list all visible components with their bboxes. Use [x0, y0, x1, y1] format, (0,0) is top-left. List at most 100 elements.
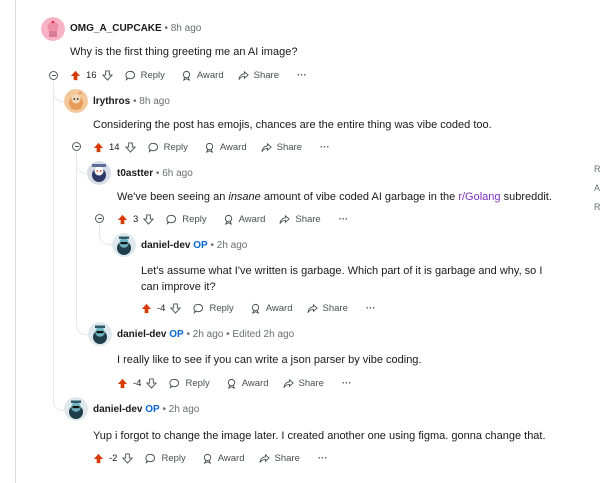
share-label: Share	[274, 452, 300, 464]
author-name[interactable]: OMG_A_CUPCAKE	[70, 23, 162, 34]
avatar[interactable]	[87, 161, 111, 185]
collapse-button[interactable]	[49, 71, 58, 80]
snoo-avatar-icon	[64, 89, 88, 113]
reply-button[interactable]: Reply	[148, 142, 188, 153]
award-button[interactable]: Award	[250, 303, 293, 314]
sidebar-fragment: R	[594, 164, 600, 174]
upvote-icon[interactable]	[93, 142, 104, 153]
share-label: Share	[298, 377, 324, 389]
more-icon[interactable]: ···	[297, 70, 307, 81]
share-icon	[261, 142, 272, 152]
score: -2	[109, 452, 118, 464]
share-button[interactable]: Share	[258, 452, 300, 464]
downvote-icon[interactable]	[101, 69, 113, 81]
award-label: Award	[196, 69, 224, 81]
share-button[interactable]: Share	[306, 302, 348, 314]
share-button[interactable]: Share	[238, 70, 279, 81]
avatar[interactable]	[64, 397, 88, 421]
award-label: Award	[217, 452, 245, 464]
author-name[interactable]: daniel-dev	[141, 240, 190, 251]
share-icon	[282, 378, 294, 388]
timestamp[interactable]: 2h ago	[193, 329, 224, 340]
downvote-icon[interactable]	[143, 213, 155, 225]
downvote-icon[interactable]	[124, 141, 136, 153]
downvote-icon[interactable]	[146, 377, 158, 389]
more-icon[interactable]: ···	[318, 453, 328, 464]
comment-actions: 14 Reply Award Share ···	[93, 139, 330, 155]
comment-actions: -4 Reply Award Share ···	[141, 300, 375, 316]
timestamp[interactable]: 2h ago	[169, 404, 200, 415]
vote-group: -4	[117, 377, 158, 389]
upvote-icon[interactable]	[117, 378, 128, 389]
subreddit-link[interactable]: r/Golang	[458, 191, 500, 203]
share-icon	[238, 70, 249, 80]
upvote-icon[interactable]	[70, 70, 81, 81]
reply-button[interactable]: Reply	[125, 70, 165, 81]
award-button[interactable]: Award	[223, 214, 265, 225]
snoo-avatar-icon	[88, 322, 112, 346]
timestamp[interactable]: 2h ago	[217, 240, 248, 251]
vote-group: 14	[93, 142, 136, 153]
award-button[interactable]: Award	[204, 142, 247, 153]
timestamp[interactable]: 6h ago	[162, 168, 193, 179]
author-name[interactable]: lrythros	[93, 96, 130, 107]
award-icon	[251, 303, 259, 314]
award-label: Award	[241, 377, 269, 389]
author-name[interactable]: t0astter	[117, 168, 153, 179]
share-label: Share	[322, 302, 348, 314]
avatar[interactable]	[64, 89, 88, 113]
reply-label: Reply	[140, 69, 165, 81]
timestamp[interactable]: 8h ago	[139, 96, 170, 107]
comment-meta: daniel-dev OP • 2h ago	[141, 240, 248, 251]
more-icon[interactable]: ···	[320, 142, 330, 153]
comment-meta: lrythros • 8h ago	[93, 96, 170, 107]
collapse-button[interactable]	[95, 214, 104, 223]
award-icon	[182, 70, 191, 81]
author-name[interactable]: daniel-dev	[93, 404, 142, 415]
upvote-icon[interactable]	[117, 214, 128, 225]
speech-bubble-icon	[166, 214, 177, 225]
comment-meta: daniel-dev OP • 2h ago	[93, 404, 200, 415]
timestamp[interactable]: 8h ago	[171, 23, 202, 34]
upvote-icon[interactable]	[93, 453, 104, 464]
reply-button[interactable]: Reply	[166, 214, 207, 225]
downvote-icon[interactable]	[122, 452, 134, 464]
thread-line-2	[76, 152, 77, 302]
score: 14	[109, 141, 120, 153]
score: 16	[86, 69, 97, 81]
award-button[interactable]: Award	[181, 70, 224, 81]
avatar[interactable]	[88, 322, 112, 346]
author-name[interactable]: daniel-dev	[117, 329, 166, 340]
reply-button[interactable]: Reply	[145, 453, 186, 464]
comment-body: Considering the post has emojis, chances…	[93, 119, 492, 131]
reply-label: Reply	[209, 302, 234, 314]
comment-actions: -4 Reply Award Share ···	[117, 375, 351, 391]
share-button[interactable]: Share	[282, 377, 324, 389]
score: 3	[133, 213, 139, 225]
avatar[interactable]	[112, 233, 136, 257]
comment-meta: t0astter • 6h ago	[117, 168, 193, 179]
op-badge: OP	[145, 404, 160, 415]
vote-group: 16	[70, 70, 113, 81]
comment-body: We've been seeing an insane amount of vi…	[117, 191, 552, 203]
share-button[interactable]: Share	[261, 142, 302, 153]
snoo-avatar-icon	[64, 397, 88, 421]
reply-button[interactable]: Reply	[169, 378, 210, 389]
avatar[interactable]	[41, 17, 65, 41]
more-icon[interactable]: ···	[339, 214, 349, 225]
reply-button[interactable]: Reply	[193, 302, 234, 314]
award-button[interactable]: Award	[226, 378, 269, 389]
award-icon	[227, 378, 235, 389]
op-badge: OP	[193, 240, 208, 251]
collapse-button[interactable]	[72, 142, 81, 151]
vote-group: 3	[117, 213, 155, 225]
award-icon	[203, 453, 211, 464]
vote-group: -2	[93, 452, 134, 464]
share-button[interactable]: Share	[279, 214, 321, 225]
downvote-icon[interactable]	[170, 302, 182, 314]
more-icon[interactable]: ···	[342, 378, 352, 389]
upvote-icon[interactable]	[141, 303, 152, 314]
op-badge: OP	[169, 329, 184, 340]
more-icon[interactable]: ···	[366, 303, 376, 314]
award-button[interactable]: Award	[202, 453, 245, 464]
